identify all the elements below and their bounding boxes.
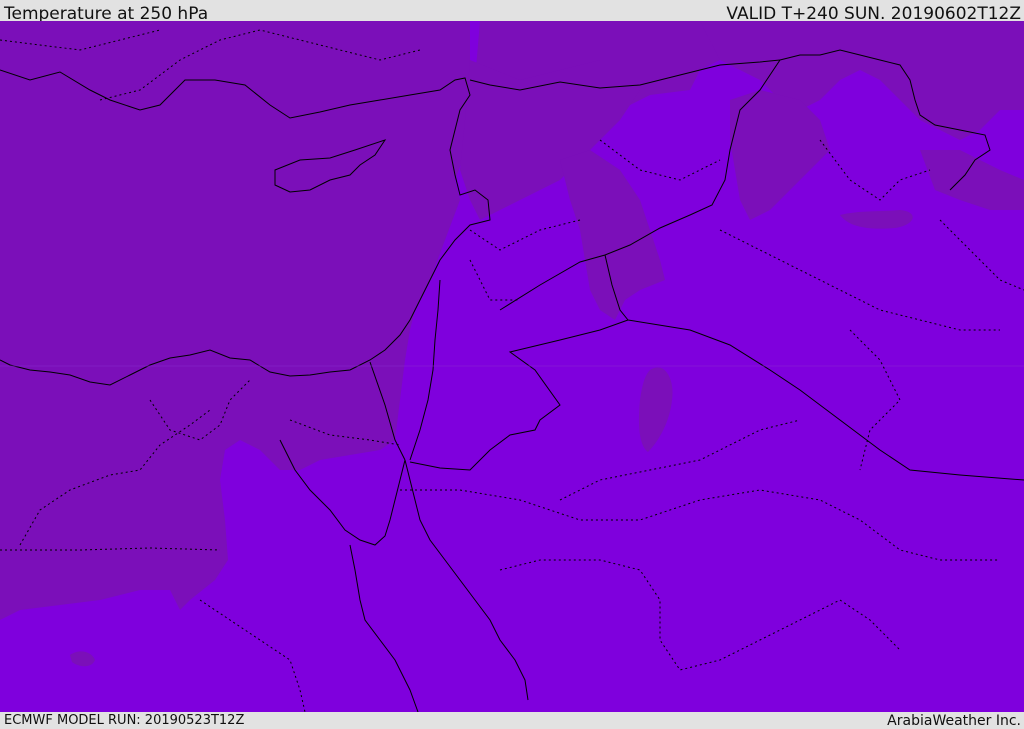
footer-bar: ECMWF MODEL RUN: 20190523T12Z ArabiaWeat… — [0, 712, 1024, 729]
header-bar: Temperature at 250 hPa VALID T+240 SUN. … — [0, 0, 1024, 24]
credit-label: ArabiaWeather Inc. — [887, 713, 1021, 729]
model-run-label: ECMWF MODEL RUN: 20190523T12Z — [4, 713, 245, 728]
temperature-map — [0, 21, 1024, 712]
map-canvas — [0, 21, 1024, 712]
